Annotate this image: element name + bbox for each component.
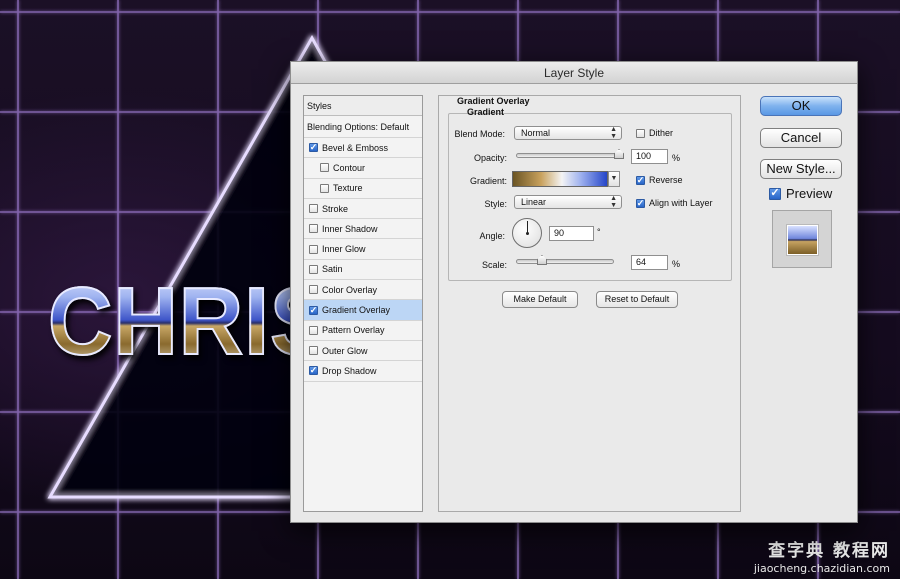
subgroup-title: Gradient: [467, 107, 505, 117]
style-item-label: Stroke: [322, 203, 349, 214]
style-item-label: Contour: [333, 162, 366, 173]
gradient-label: Gradient:: [469, 176, 507, 186]
watermark-url: jiaocheng.chazidian.com: [753, 562, 890, 575]
angle-dial[interactable]: [512, 218, 542, 248]
angle-unit: °: [597, 227, 601, 237]
reset-to-default-button[interactable]: Reset to Default: [596, 291, 678, 308]
style-items-list: Bevel & Emboss Contour Texture Stroke Inner …: [304, 138, 422, 382]
group-title: Gradient Overlay: [457, 96, 530, 106]
style-item-label: Pattern Overlay: [322, 325, 385, 336]
blend-mode-label: Blend Mode:: [454, 129, 505, 139]
styles-list-panel: Styles Blending Options: Default Bevel &…: [303, 95, 423, 512]
scale-label: Scale:: [481, 260, 507, 270]
dialog-title[interactable]: Layer Style: [291, 62, 857, 84]
style-item-label: Outer Glow: [322, 345, 368, 356]
chris-text-layer: CHRIS: [47, 268, 331, 375]
checkbox-icon: [636, 128, 645, 138]
checkbox-icon[interactable]: [309, 305, 318, 315]
checkbox-icon[interactable]: [309, 366, 318, 376]
checkbox-icon[interactable]: [309, 143, 318, 153]
opacity-label: Opacity:: [473, 153, 507, 163]
layer-style-dialog: Layer Style Styles Blending Options: Def…: [290, 61, 858, 523]
reverse-label: Reverse: [649, 175, 683, 185]
checkbox-icon[interactable]: [320, 183, 329, 193]
new-style-button[interactable]: New Style...: [760, 159, 842, 179]
style-item-contour[interactable]: Contour: [304, 158, 422, 179]
style-value: Linear: [521, 197, 547, 207]
style-select[interactable]: Linear ▲ ▼: [514, 195, 622, 209]
checkbox-icon[interactable]: [309, 264, 318, 274]
style-item-gradient-overlay[interactable]: Gradient Overlay: [304, 300, 422, 321]
opacity-slider[interactable]: [516, 149, 624, 159]
style-item-inner-shadow[interactable]: Inner Shadow: [304, 219, 422, 240]
align-label: Align with Layer: [649, 198, 713, 208]
checkbox-icon: [636, 198, 645, 208]
gradient-swatch[interactable]: [512, 171, 608, 187]
checkbox-icon[interactable]: [320, 163, 329, 173]
checkbox-icon[interactable]: [309, 325, 318, 335]
checkbox-icon[interactable]: [309, 204, 318, 214]
dither-label: Dither: [649, 128, 674, 138]
scale-unit: %: [672, 259, 681, 269]
style-preview-thumbnail: [772, 210, 832, 268]
style-label: Style:: [484, 199, 507, 209]
checkbox-icon[interactable]: [309, 285, 318, 295]
watermark: 查字典 教程网 jiaocheng.chazidian.com: [754, 536, 890, 575]
style-item-label: Satin: [322, 264, 343, 275]
style-item-label: Bevel & Emboss: [322, 142, 389, 153]
checkbox-icon: [636, 175, 645, 185]
style-item-label: Inner Shadow: [322, 223, 378, 234]
ok-button[interactable]: OK: [760, 96, 842, 116]
checkbox-icon[interactable]: [309, 346, 318, 356]
watermark-title: 查字典 教程网: [768, 541, 890, 561]
style-item-label: Drop Shadow: [322, 365, 377, 376]
style-item-pattern-overlay[interactable]: Pattern Overlay: [304, 321, 422, 341]
style-item-stroke[interactable]: Stroke: [304, 199, 422, 220]
angle-input[interactable]: 90: [549, 226, 594, 241]
style-item-label: Gradient Overlay: [322, 305, 391, 316]
style-item-label: Color Overlay: [322, 284, 378, 295]
styles-header[interactable]: Styles: [304, 96, 422, 116]
blending-options-item[interactable]: Blending Options: Default: [304, 116, 422, 138]
opacity-input[interactable]: 100: [631, 149, 668, 164]
make-default-button[interactable]: Make Default: [502, 291, 578, 308]
style-item-satin[interactable]: Satin: [304, 260, 422, 281]
checkbox-icon[interactable]: [309, 244, 318, 254]
style-item-label: Texture: [333, 183, 363, 194]
dither-checkbox[interactable]: Dither: [636, 128, 673, 138]
updown-arrows-icon: ▲ ▼: [610, 195, 617, 209]
style-item-color-overlay[interactable]: Color Overlay: [304, 280, 422, 301]
opacity-unit: %: [672, 153, 681, 163]
angle-label: Angle:: [479, 231, 505, 241]
cancel-button[interactable]: Cancel: [760, 128, 842, 148]
blend-mode-select[interactable]: Normal ▲ ▼: [514, 126, 622, 140]
blend-mode-value: Normal: [521, 128, 551, 138]
preview-checkbox[interactable]: Preview: [769, 186, 832, 201]
style-item-bevel-and-emboss[interactable]: Bevel & Emboss: [304, 138, 422, 159]
style-item-outer-glow[interactable]: Outer Glow: [304, 341, 422, 362]
align-with-layer-checkbox[interactable]: Align with Layer: [636, 198, 713, 208]
preview-swatch: [786, 224, 819, 256]
style-item-inner-glow[interactable]: Inner Glow: [304, 239, 422, 260]
scale-slider[interactable]: [516, 255, 614, 265]
style-item-drop-shadow[interactable]: Drop Shadow: [304, 361, 422, 382]
gradient-overlay-settings: Gradient Overlay Gradient Blend Mode: No…: [438, 95, 741, 512]
reverse-checkbox[interactable]: Reverse: [636, 175, 683, 185]
style-item-texture[interactable]: Texture: [304, 179, 422, 199]
scale-input[interactable]: 64: [631, 255, 668, 270]
checkbox-icon: [769, 187, 781, 200]
preview-label: Preview: [786, 186, 833, 201]
updown-arrows-icon: ▲ ▼: [610, 126, 617, 140]
checkbox-icon[interactable]: [309, 224, 318, 234]
gradient-dropdown[interactable]: ▼: [608, 171, 620, 187]
style-item-label: Inner Glow: [322, 244, 366, 255]
